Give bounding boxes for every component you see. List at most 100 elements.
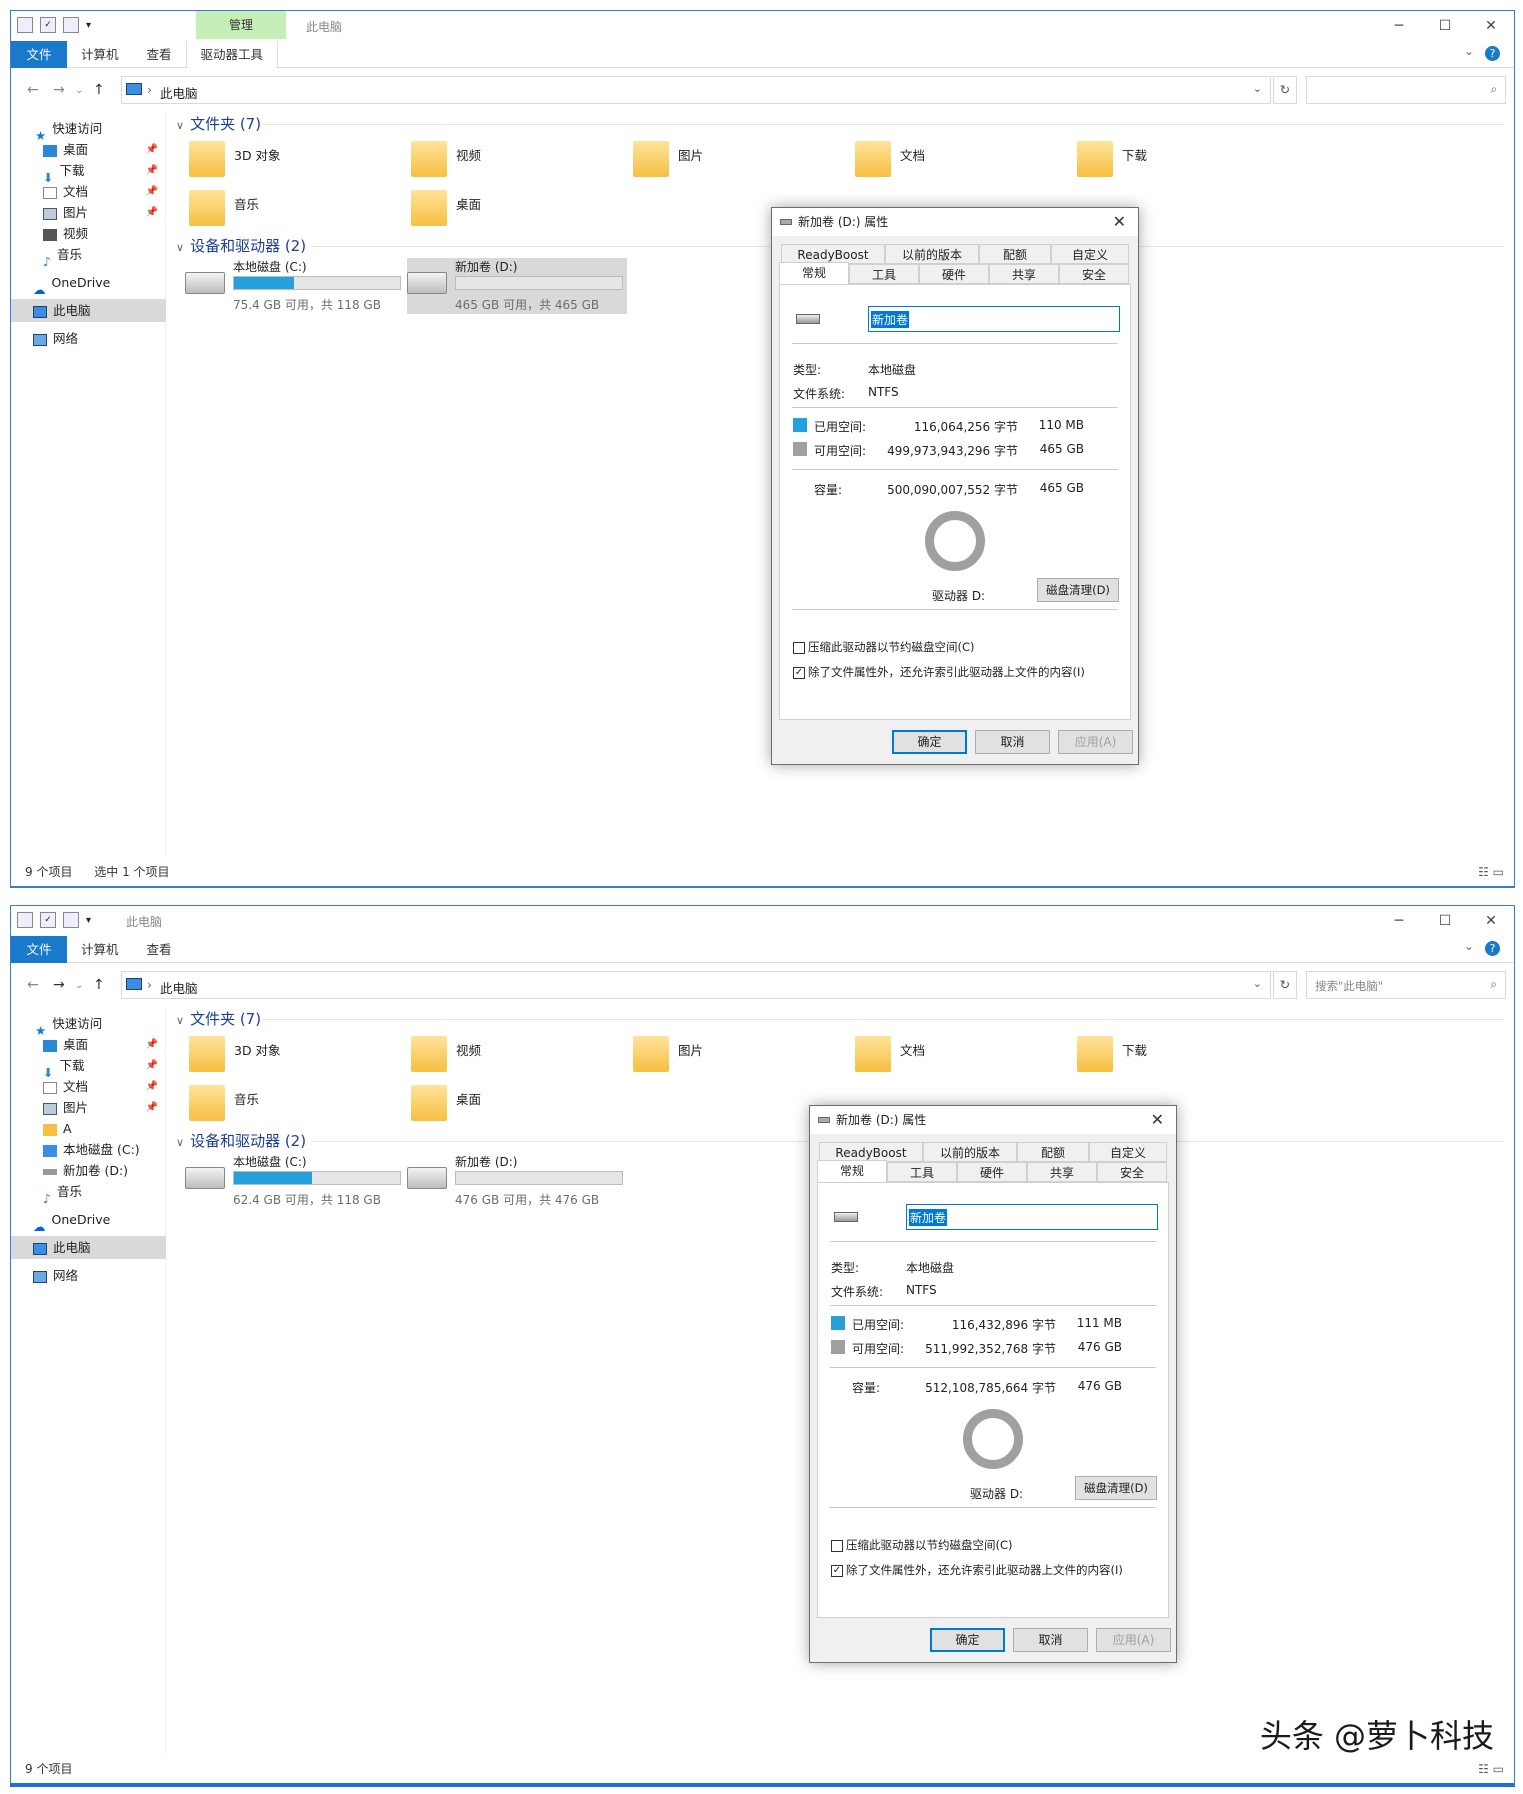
volume-name-input[interactable]: 新加卷 (906, 1204, 1158, 1230)
tab-file[interactable]: 文件 (11, 40, 67, 68)
nav-local-disk-c[interactable]: 本地磁盘 (C:) (11, 1138, 166, 1161)
nav-documents[interactable]: 文档 📌 (11, 1075, 166, 1098)
search-input[interactable]: ⌕ (1306, 76, 1506, 104)
ok-button[interactable]: 确定 (892, 730, 967, 754)
tab-view[interactable]: 查看 (133, 936, 186, 963)
tab-sharing[interactable]: 共享 (989, 264, 1059, 284)
breadcrumb-separator-icon[interactable]: › (147, 977, 152, 992)
tab-view[interactable]: 查看 (133, 41, 186, 68)
disk-cleanup-button[interactable]: 磁盘清理(D) (1037, 578, 1119, 602)
tab-hardware[interactable]: 硬件 (919, 264, 989, 284)
folder-downloads[interactable]: 下载 (1077, 1036, 1297, 1086)
tab-tools[interactable]: 工具 (887, 1162, 957, 1182)
recent-dropdown-icon[interactable]: ⌄ (75, 980, 83, 991)
refresh-button[interactable]: ↻ (1273, 971, 1297, 999)
drive-c[interactable]: 本地磁盘 (C:) 62.4 GB 可用，共 118 GB (185, 1153, 405, 1209)
address-bar[interactable]: › 此电脑 ⌄ (121, 76, 1271, 104)
folder-pictures[interactable]: 图片 (633, 141, 853, 191)
nav-this-pc[interactable]: 此电脑 (11, 299, 166, 322)
tab-security[interactable]: 安全 (1059, 264, 1129, 284)
disk-cleanup-button[interactable]: 磁盘清理(D) (1075, 1476, 1157, 1500)
tab-hardware[interactable]: 硬件 (957, 1162, 1027, 1182)
new-folder-icon[interactable] (63, 17, 79, 33)
tab-computer[interactable]: 计算机 (67, 936, 133, 963)
properties-icon[interactable]: ✓ (40, 17, 56, 33)
apply-button[interactable]: 应用(A) (1096, 1628, 1171, 1652)
nav-documents[interactable]: 文档 📌 (11, 180, 166, 203)
tab-quota[interactable]: 配额 (1017, 1142, 1089, 1162)
back-icon[interactable]: ← (27, 82, 39, 98)
folder-3d-objects[interactable]: 3D 对象 (189, 141, 409, 191)
nav-pictures[interactable]: 图片 📌 (11, 201, 166, 224)
close-button[interactable]: ✕ (1468, 11, 1514, 41)
cancel-button[interactable]: 取消 (1013, 1628, 1088, 1652)
up-icon[interactable]: ↑ (93, 977, 105, 993)
ribbon-expand-icon[interactable]: ⌄ (1464, 939, 1474, 953)
nav-videos[interactable]: 视频 (11, 222, 166, 245)
tab-readyboost[interactable]: ReadyBoost (819, 1142, 923, 1162)
nav-folder-a[interactable]: A (11, 1117, 166, 1140)
maximize-button[interactable]: ☐ (1422, 906, 1468, 936)
tab-previous-versions[interactable]: 以前的版本 (923, 1142, 1017, 1162)
drive-c[interactable]: 本地磁盘 (C:) 75.4 GB 可用，共 118 GB (185, 258, 405, 314)
tab-customize[interactable]: 自定义 (1089, 1142, 1167, 1162)
nav-downloads[interactable]: ⬇ 下载 📌 (11, 1054, 166, 1080)
breadcrumb[interactable]: 此电脑 (160, 978, 198, 997)
help-icon[interactable]: ? (1485, 46, 1500, 61)
computer-icon[interactable] (17, 17, 33, 33)
nav-onedrive[interactable]: ☁ OneDrive (11, 271, 166, 297)
tab-sharing[interactable]: 共享 (1027, 1162, 1097, 1182)
nav-desktop[interactable]: 桌面 📌 (11, 138, 166, 161)
nav-network[interactable]: 网络 (11, 1264, 166, 1287)
folders-group-header[interactable]: ∨ 文件夹 (7) (176, 1008, 261, 1029)
drive-d[interactable]: 新加卷 (D:) 476 GB 可用，共 476 GB (407, 1153, 627, 1209)
customize-dropdown-icon[interactable]: ▾ (86, 915, 91, 926)
tab-general[interactable]: 常规 (817, 1160, 887, 1182)
folder-downloads[interactable]: 下载 (1077, 141, 1297, 191)
maximize-button[interactable]: ☐ (1422, 11, 1468, 41)
tab-security[interactable]: 安全 (1097, 1162, 1167, 1182)
compress-checkbox[interactable]: 压缩此驱动器以节约磁盘空间(C) (831, 1537, 1013, 1553)
forward-icon[interactable]: → (53, 82, 65, 98)
minimize-button[interactable]: ─ (1376, 11, 1422, 41)
index-checkbox[interactable]: ✓ 除了文件属性外，还允许索引此驱动器上文件的内容(I) (793, 664, 1085, 680)
nav-quick-access[interactable]: ★ 快速访问 (11, 117, 166, 143)
nav-onedrive[interactable]: ☁ OneDrive (11, 1208, 166, 1234)
close-icon[interactable]: ✕ (1151, 1106, 1164, 1134)
tab-drive-tools[interactable]: 驱动器工具 (185, 40, 279, 68)
close-button[interactable]: ✕ (1468, 906, 1514, 936)
address-dropdown-icon[interactable]: ⌄ (1253, 82, 1262, 95)
tab-quota[interactable]: 配额 (979, 244, 1051, 264)
tab-tools[interactable]: 工具 (849, 264, 919, 284)
up-icon[interactable]: ↑ (93, 82, 105, 98)
back-icon[interactable]: ← (27, 977, 39, 993)
drives-group-header[interactable]: ∨ 设备和驱动器 (2) (176, 1130, 306, 1151)
tab-general[interactable]: 常规 (779, 262, 849, 284)
computer-icon[interactable] (17, 912, 33, 928)
folder-3d-objects[interactable]: 3D 对象 (189, 1036, 409, 1086)
nav-quick-access[interactable]: ★ 快速访问 (11, 1012, 166, 1038)
nav-downloads[interactable]: ⬇ 下载 📌 (11, 159, 166, 185)
properties-icon[interactable]: ✓ (40, 912, 56, 928)
recent-dropdown-icon[interactable]: ⌄ (75, 85, 83, 96)
breadcrumb[interactable]: 此电脑 (160, 83, 198, 102)
volume-name-input[interactable]: 新加卷 (868, 306, 1120, 332)
forward-icon[interactable]: → (53, 977, 65, 993)
folder-videos[interactable]: 视频 (411, 1036, 631, 1086)
ribbon-expand-icon[interactable]: ⌄ (1464, 44, 1474, 58)
nav-this-pc[interactable]: 此电脑 (11, 1236, 166, 1259)
address-dropdown-icon[interactable]: ⌄ (1253, 977, 1262, 990)
tab-readyboost[interactable]: ReadyBoost (781, 244, 885, 264)
tab-customize[interactable]: 自定义 (1051, 244, 1129, 264)
folder-music[interactable]: 音乐 (189, 1085, 409, 1135)
nav-new-volume-d[interactable]: 新加卷 (D:) (11, 1159, 166, 1182)
nav-music[interactable]: ♪ 音乐 (11, 1180, 166, 1206)
minimize-button[interactable]: ─ (1376, 906, 1422, 936)
nav-pictures[interactable]: 图片 📌 (11, 1096, 166, 1119)
folder-documents[interactable]: 文档 (855, 141, 1075, 191)
tab-computer[interactable]: 计算机 (67, 41, 133, 68)
refresh-button[interactable]: ↻ (1273, 76, 1297, 104)
nav-desktop[interactable]: 桌面 📌 (11, 1033, 166, 1056)
drive-d[interactable]: 新加卷 (D:) 465 GB 可用，共 465 GB (407, 258, 627, 314)
help-icon[interactable]: ? (1485, 941, 1500, 956)
